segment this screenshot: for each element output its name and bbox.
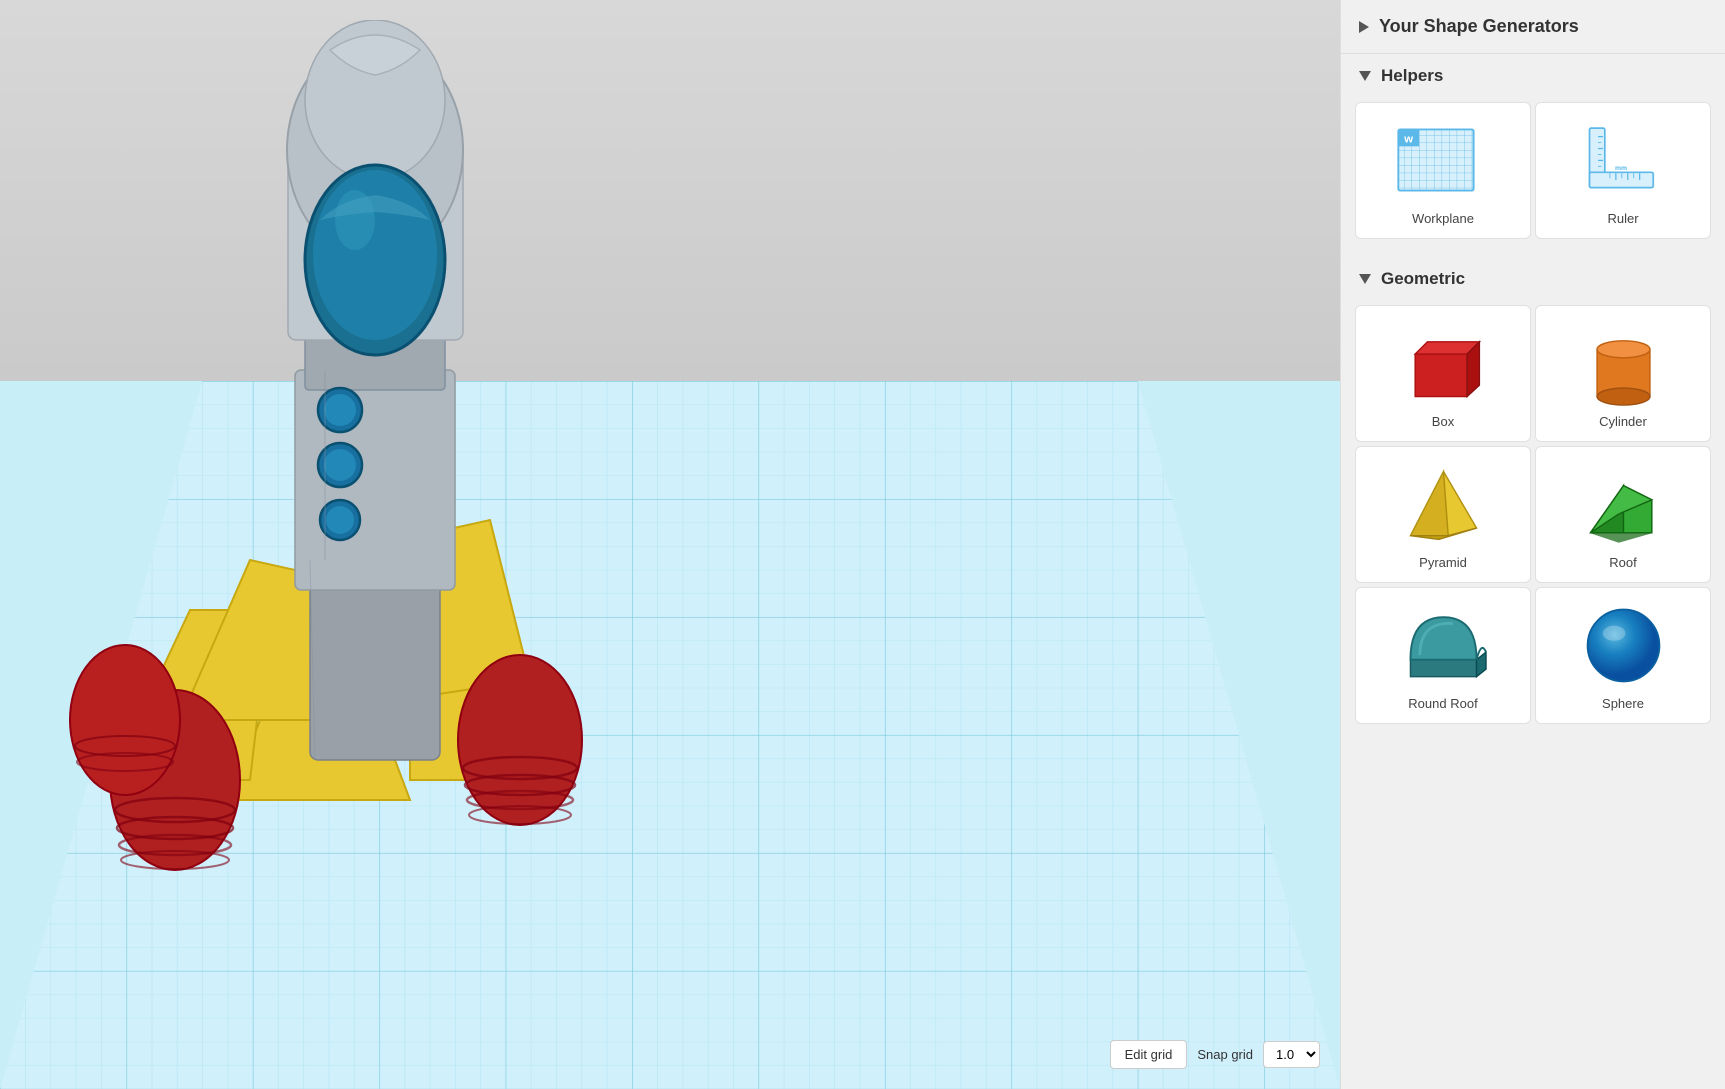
right-panel: Your Shape Generators Helpers bbox=[1340, 0, 1725, 1089]
edit-grid-button[interactable]: Edit grid bbox=[1110, 1040, 1188, 1069]
sphere-image bbox=[1573, 600, 1673, 690]
helpers-expand-icon bbox=[1359, 71, 1371, 81]
collapse-icon bbox=[1359, 21, 1369, 33]
round-roof-image bbox=[1393, 600, 1493, 690]
sphere-item[interactable]: Sphere bbox=[1535, 587, 1711, 724]
workplane-item[interactable]: w Workplane bbox=[1355, 102, 1531, 239]
ruler-image: mm bbox=[1573, 115, 1673, 205]
geometric-title: Geometric bbox=[1381, 269, 1465, 289]
roof-label: Roof bbox=[1609, 555, 1636, 570]
ruler-label: Ruler bbox=[1607, 211, 1638, 226]
geometric-section: Geometric Box bbox=[1341, 257, 1725, 742]
ruler-item[interactable]: mm Ruler bbox=[1535, 102, 1711, 239]
roof-item[interactable]: Roof bbox=[1535, 446, 1711, 583]
helpers-header[interactable]: Helpers bbox=[1341, 54, 1725, 94]
bottom-controls: Edit grid Snap grid 1.0 0.5 2.0 bbox=[1110, 1040, 1320, 1069]
round-roof-item[interactable]: Round Roof bbox=[1355, 587, 1531, 724]
cylinder-image bbox=[1573, 318, 1673, 408]
geometric-grid: Box Cylinder bbox=[1341, 297, 1725, 732]
3d-viewport[interactable]: Edit grid Snap grid 1.0 0.5 2.0 bbox=[0, 0, 1340, 1089]
sphere-label: Sphere bbox=[1602, 696, 1644, 711]
workplane-label: Workplane bbox=[1412, 211, 1474, 226]
rocket-model bbox=[30, 20, 730, 890]
svg-text:w: w bbox=[1403, 134, 1413, 146]
helpers-grid: w Workplane bbox=[1341, 94, 1725, 247]
geometric-header[interactable]: Geometric bbox=[1341, 257, 1725, 297]
snap-grid-label: Snap grid bbox=[1197, 1047, 1253, 1062]
roof-image bbox=[1573, 459, 1673, 549]
pyramid-item[interactable]: Pyramid bbox=[1355, 446, 1531, 583]
pyramid-label: Pyramid bbox=[1419, 555, 1467, 570]
snap-grid-select[interactable]: 1.0 0.5 2.0 bbox=[1263, 1041, 1320, 1068]
cylinder-item[interactable]: Cylinder bbox=[1535, 305, 1711, 442]
helpers-section: Helpers w bbox=[1341, 54, 1725, 257]
box-image bbox=[1393, 318, 1493, 408]
shape-generators-header[interactable]: Your Shape Generators bbox=[1341, 0, 1725, 54]
helpers-title: Helpers bbox=[1381, 66, 1443, 86]
geometric-expand-icon bbox=[1359, 274, 1371, 284]
box-item[interactable]: Box bbox=[1355, 305, 1531, 442]
svg-text:mm: mm bbox=[1615, 165, 1627, 172]
box-label: Box bbox=[1432, 414, 1454, 429]
round-roof-label: Round Roof bbox=[1408, 696, 1477, 711]
pyramid-image bbox=[1393, 459, 1493, 549]
cylinder-label: Cylinder bbox=[1599, 414, 1647, 429]
shape-generators-title: Your Shape Generators bbox=[1379, 16, 1579, 37]
workplane-image: w bbox=[1393, 115, 1493, 205]
